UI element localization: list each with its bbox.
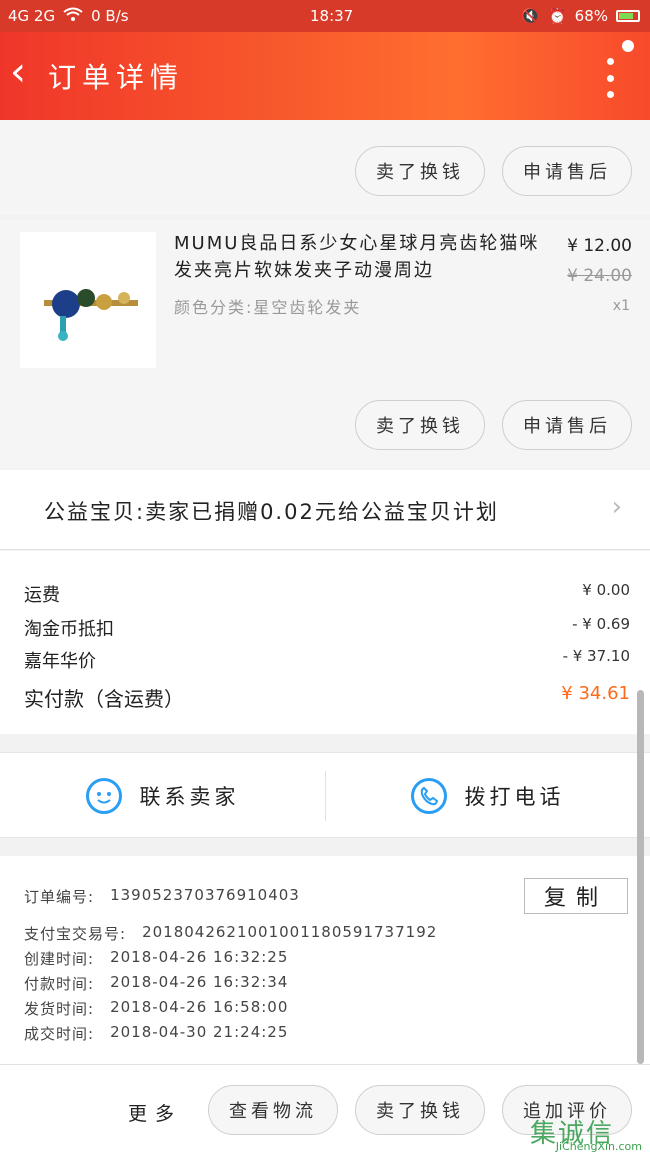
order-number-row: 订单编号: 139052370376910403 [24, 886, 300, 907]
alarm-icon: ⏰ [547, 7, 567, 25]
product-price: ¥ 12.00 [567, 236, 632, 256]
aftersale-button-top[interactable]: 申请售后 [502, 146, 632, 196]
shipping-value: ¥ 0.00 [582, 581, 630, 599]
more-menu-icon[interactable] [604, 58, 616, 98]
shipped-row: 发货时间: 2018-04-26 16:58:00 [24, 998, 288, 1019]
mute-icon: 🔇 [521, 7, 540, 25]
notification-dot [622, 40, 634, 52]
contact-seller-button[interactable]: 联系卖家 [0, 753, 325, 839]
alipay-row: 支付宝交易号: 2018042621001001180591737192 [24, 923, 437, 944]
scrollbar[interactable] [637, 690, 644, 1064]
coins-row: 淘金币抵扣 - ¥ 0.69 [24, 615, 630, 641]
product-attribute: 颜色分类:星空齿轮发夹 [174, 298, 362, 317]
contact-seller-label: 联系卖家 [139, 785, 240, 809]
created-label: 创建时间: [24, 950, 95, 968]
status-right: 🔇 ⏰ 68% [521, 7, 640, 25]
product-quantity: x1 [612, 298, 630, 314]
sell-button-top[interactable]: 卖了换钱 [355, 146, 485, 196]
original-price: ¥ 24.00 [567, 266, 632, 286]
shipped-time: 2018-04-26 16:58:00 [110, 998, 289, 1016]
contact-bar: 联系卖家 拨打电话 [0, 752, 650, 838]
order-info: 订单编号: 139052370376910403 复制 支付宝交易号: 2018… [0, 856, 650, 1064]
coins-value: - ¥ 0.69 [572, 615, 630, 633]
charity-text: 公益宝贝:卖家已捐赠0.02元给公益宝贝计划 [44, 500, 499, 524]
shipping-label: 运费 [24, 585, 60, 606]
phone-icon [410, 778, 447, 814]
battery-percent: 68% [574, 7, 608, 25]
nav-bar: ‹ 订单详情 [0, 32, 650, 120]
call-button[interactable]: 拨打电话 [325, 753, 650, 839]
paid-time: 2018-04-26 16:32:34 [110, 973, 289, 991]
done-label: 成交时间: [24, 1025, 95, 1043]
call-label: 拨打电话 [464, 785, 565, 809]
top-action-section: 卖了换钱 申请售后 [0, 120, 650, 215]
network-indicator: 4G 2G [8, 7, 56, 25]
paid-row: 付款时间: 2018-04-26 16:32:34 [24, 973, 288, 994]
sell-button-bottom[interactable]: 卖了换钱 [355, 1085, 485, 1135]
product-image[interactable] [20, 232, 156, 368]
total-row: 实付款（含运费） ¥ 34.61 [24, 683, 630, 712]
more-button[interactable]: 更多 [128, 1099, 182, 1126]
watermark-url: JiChengXin.com [555, 1140, 642, 1153]
coins-label: 淘金币抵扣 [24, 619, 114, 640]
done-time: 2018-04-30 21:24:25 [110, 1023, 289, 1041]
aftersale-button[interactable]: 申请售后 [502, 400, 632, 450]
page-title: 订单详情 [48, 61, 185, 94]
chat-icon [85, 778, 122, 814]
watermark: 集诚信 JiChengXin.com [530, 1113, 646, 1153]
shipping-row: 运费 ¥ 0.00 [24, 581, 630, 607]
anniv-label: 嘉年华价 [24, 651, 96, 672]
order-number: 139052370376910403 [110, 886, 300, 904]
alipay-number: 2018042621001001180591737192 [142, 923, 438, 941]
net-speed: 0 B/s [91, 7, 129, 25]
copy-button[interactable]: 复制 [524, 878, 628, 914]
battery-icon [616, 10, 640, 22]
shipped-label: 发货时间: [24, 1000, 95, 1018]
fee-summary: 运费 ¥ 0.00 淘金币抵扣 - ¥ 0.69 嘉年华价 - ¥ 37.10 … [0, 551, 650, 734]
chevron-right-icon: › [611, 492, 622, 522]
total-label: 实付款（含运费） [24, 687, 184, 711]
created-time: 2018-04-26 16:32:25 [110, 948, 289, 966]
anniv-value: - ¥ 37.10 [562, 647, 630, 665]
sell-button[interactable]: 卖了换钱 [355, 400, 485, 450]
created-row: 创建时间: 2018-04-26 16:32:25 [24, 948, 288, 969]
product-card: MUMU良品日系少女心星球月亮齿轮猫咪发夹亮片软妹发夹子动漫周边 颜色分类:星空… [0, 220, 650, 468]
back-icon[interactable]: ‹ [10, 52, 26, 92]
anniv-row: 嘉年华价 - ¥ 37.10 [24, 647, 630, 673]
paid-label: 付款时间: [24, 975, 95, 993]
total-value: ¥ 34.61 [561, 683, 630, 704]
charity-row[interactable]: 公益宝贝:卖家已捐赠0.02元给公益宝贝计划 › [0, 470, 650, 550]
wifi-icon [63, 7, 83, 25]
alipay-label: 支付宝交易号: [24, 925, 127, 943]
order-number-label: 订单编号: [24, 888, 95, 906]
status-left: 4G 2G 0 B/s [8, 7, 129, 25]
clock: 18:37 [310, 7, 354, 25]
product-title[interactable]: MUMU良品日系少女心星球月亮齿轮猫咪发夹亮片软妹发夹子动漫周边 [174, 230, 554, 284]
done-row: 成交时间: 2018-04-30 21:24:25 [24, 1023, 288, 1044]
status-bar: 4G 2G 0 B/s 18:37 🔇 ⏰ 68% [0, 0, 650, 32]
view-logistics-button[interactable]: 查看物流 [208, 1085, 338, 1135]
